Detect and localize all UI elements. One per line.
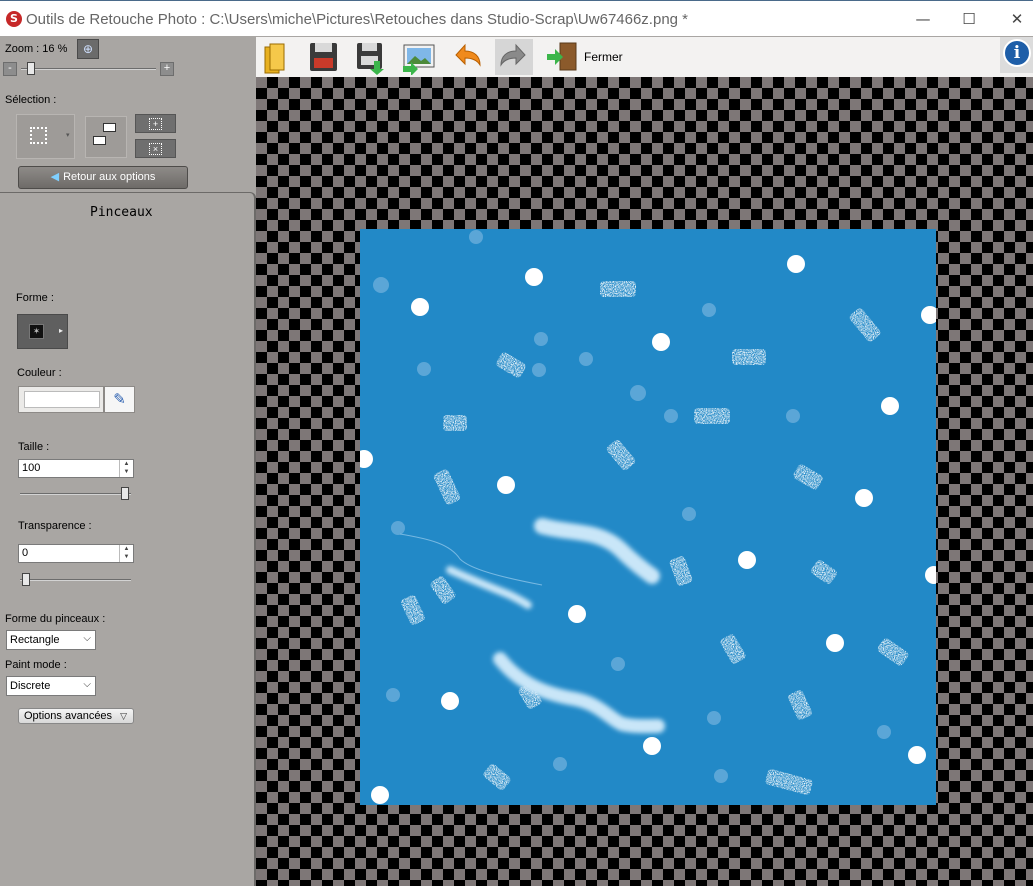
transparency-slider-track[interactable]	[20, 579, 131, 581]
image-canvas[interactable]	[360, 229, 936, 805]
zoom-magnifier-button[interactable]: ⊕	[77, 39, 99, 59]
info-button[interactable]: i	[1000, 37, 1033, 73]
window-title: Outils de Retouche Photo : C:\Users\mich…	[26, 11, 689, 28]
maximize-button[interactable]: ☐	[945, 1, 993, 37]
app-logo-icon: S	[6, 11, 22, 27]
redo-icon	[500, 43, 526, 67]
folder-open-icon	[264, 43, 285, 74]
forme-label: Forme :	[16, 292, 54, 304]
save-as-button[interactable]	[352, 39, 390, 75]
zoom-magnifier-icon: ⊕	[82, 42, 94, 56]
move-selection-icon-part	[93, 136, 106, 145]
brushes-panel: Pinceaux Forme : ✶ ▸ Couleur : ✎ Taille …	[0, 192, 256, 886]
stepper-arrows-icon[interactable]: ▲ ▼	[119, 460, 133, 477]
info-icon: i	[1003, 39, 1031, 67]
zoom-slider-track[interactable]	[21, 68, 156, 70]
fermer-label[interactable]: Fermer	[584, 50, 623, 64]
close-window-button[interactable]: ✕	[993, 1, 1033, 37]
brush-shape-icon: ✶	[29, 324, 44, 339]
paint-mode-label: Paint mode :	[5, 659, 67, 671]
transparency-stepper[interactable]: 0 ▲ ▼	[18, 544, 134, 563]
deselect-button[interactable]: ×	[135, 139, 176, 158]
select-all-icon: +	[149, 118, 162, 130]
advanced-options-button[interactable]: Options avancées ▽	[18, 708, 134, 724]
dropdown-arrow-icon: ▸	[59, 326, 64, 335]
minimize-button[interactable]: —	[899, 1, 947, 37]
transparence-label: Transparence :	[18, 520, 92, 532]
main-toolbar: Fermer i	[256, 37, 1033, 77]
selection-label: Sélection :	[5, 94, 57, 106]
open-button[interactable]	[258, 39, 296, 75]
stepper-arrows-icon[interactable]: ▲ ▼	[119, 545, 133, 562]
transparency-slider-thumb[interactable]	[22, 573, 30, 586]
redo-button[interactable]	[495, 39, 533, 75]
panel-title: Pinceaux	[90, 205, 153, 220]
eyedropper-button[interactable]: ✎	[104, 386, 135, 413]
size-slider-track[interactable]	[20, 493, 131, 495]
color-swatch[interactable]	[24, 391, 100, 408]
save-icon	[310, 43, 337, 71]
color-swatch-field[interactable]	[18, 386, 104, 413]
paint-mode-select[interactable]: Discrete ⌵	[6, 676, 96, 696]
move-selection-button[interactable]	[85, 116, 127, 158]
advanced-options-label: Options avancées	[24, 710, 113, 722]
export-image-button[interactable]	[400, 39, 438, 76]
close-exit-icon	[547, 42, 577, 71]
brush-form-value: Rectangle	[10, 634, 60, 646]
undo-icon	[455, 43, 481, 67]
window-titlebar: S Outils de Retouche Photo : C:\Users\mi…	[0, 0, 1033, 36]
long-strokes	[446, 518, 665, 734]
transparency-value: 0	[22, 547, 29, 559]
select-all-button[interactable]: +	[135, 114, 176, 133]
chevron-down-icon: ⌵	[83, 679, 91, 690]
image-content[interactable]	[360, 229, 936, 805]
paint-mode-value: Discrete	[10, 680, 51, 692]
canvas-area[interactable]	[256, 77, 1033, 886]
eyedropper-icon: ✎	[113, 391, 126, 408]
back-arrow-icon: ◀	[50, 171, 60, 183]
speckle-strokes	[401, 281, 909, 795]
taille-label: Taille :	[18, 441, 50, 453]
zoom-out-button[interactable]: -	[3, 62, 17, 76]
deselect-icon: ×	[149, 143, 162, 155]
couleur-label: Couleur :	[17, 367, 62, 379]
brush-form-select[interactable]: Rectangle ⌵	[6, 630, 96, 650]
rectangle-selection-tool[interactable]: ▾	[16, 114, 75, 159]
size-value: 100	[22, 462, 41, 474]
zoom-label: Zoom : 16 %	[5, 43, 68, 55]
back-to-options-label: Retour aux options	[63, 171, 156, 183]
export-image-icon	[403, 44, 435, 76]
close-exit-button[interactable]	[544, 39, 582, 75]
undo-button[interactable]	[448, 39, 486, 75]
move-selection-icon	[103, 123, 116, 132]
back-to-options-button[interactable]: ◀ Retour aux options	[18, 166, 188, 189]
zoom-slider-thumb[interactable]	[27, 62, 35, 75]
chevron-down-icon: ⌵	[83, 633, 91, 644]
brush-form-label: Forme du pinceaux :	[5, 613, 106, 625]
save-as-icon	[357, 43, 384, 75]
chevron-down-icon: ▽	[120, 711, 127, 721]
dropdown-arrow-icon: ▾	[66, 132, 70, 139]
rectangle-selection-icon	[30, 127, 47, 144]
zoom-in-button[interactable]: +	[160, 62, 174, 76]
size-stepper[interactable]: 100 ▲ ▼	[18, 459, 134, 478]
left-tool-panel: Zoom : 16 % ⊕ - + Sélection : ▾ + × ◀ Ret…	[0, 37, 256, 886]
brush-shape-picker[interactable]: ✶ ▸	[17, 314, 68, 349]
size-slider-thumb[interactable]	[121, 487, 129, 500]
save-button[interactable]	[304, 39, 342, 75]
